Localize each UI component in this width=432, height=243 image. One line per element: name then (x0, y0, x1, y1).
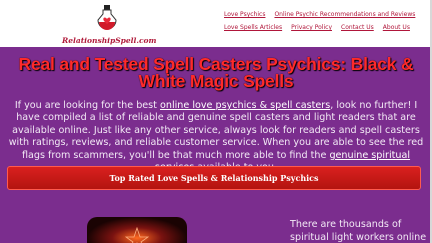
nav-about-us[interactable]: About Us (383, 24, 410, 31)
nav-online-psychic-recommendations[interactable]: Online Psychic Recommendations and Revie… (274, 11, 415, 18)
main-nav: Love Psychics Online Psychic Recommendati… (224, 8, 430, 34)
online-love-psychics-link[interactable]: online love psychics & spell casters (160, 100, 330, 111)
page-title: Real and Tested Spell Casters Psychics: … (18, 54, 414, 91)
nav-love-spells-articles[interactable]: Love Spells Articles (224, 24, 282, 31)
side-paragraph: There are thousands of spiritual light w… (290, 219, 427, 243)
site-logo[interactable]: RelationshipSpell.com (62, 5, 157, 45)
top-rated-cta-button[interactable]: Top Rated Love Spells & Relationship Psy… (7, 166, 421, 190)
pentagram-icon (125, 227, 149, 243)
pentagram-candles-image (87, 217, 187, 243)
site-header: RelationshipSpell.com Love Psychics Onlin… (0, 0, 432, 47)
nav-privacy-policy[interactable]: Privacy Policy (291, 24, 332, 31)
intro-text-1: If you are looking for the best (14, 100, 160, 111)
logo-text: RelationshipSpell.com (62, 36, 157, 45)
potion-bottle-icon (97, 5, 117, 30)
nav-love-psychics[interactable]: Love Psychics (224, 11, 265, 18)
intro-paragraph: If you are looking for the best online l… (6, 100, 426, 174)
nav-contact-us[interactable]: Contact Us (341, 24, 374, 31)
